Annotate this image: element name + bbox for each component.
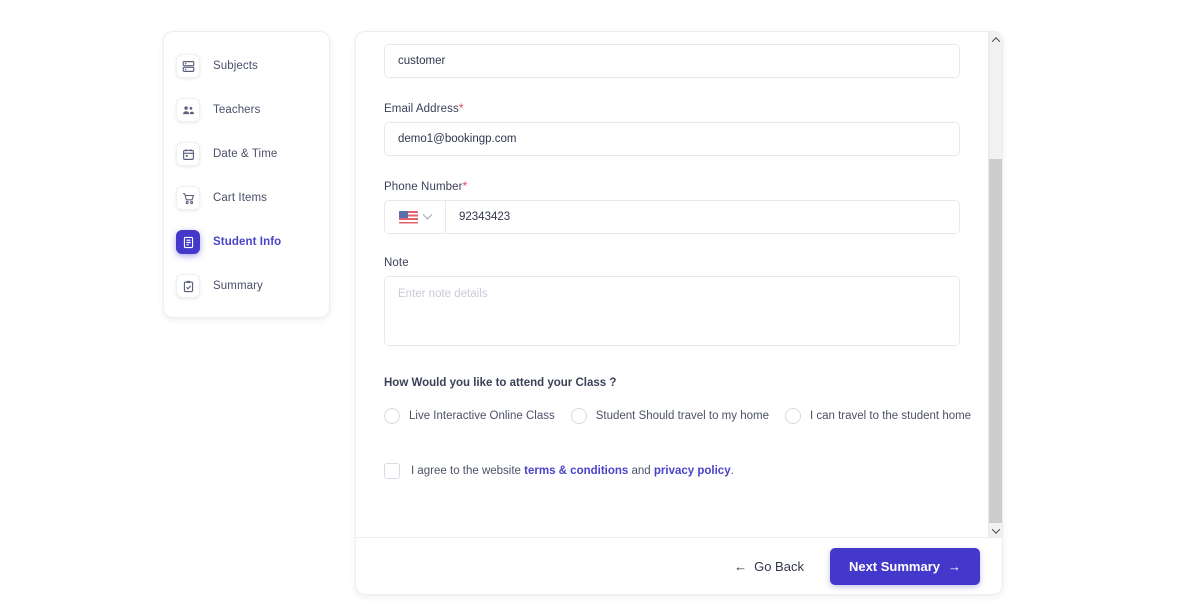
scroll-down-button[interactable] (989, 523, 1002, 538)
phone-label: Phone Number* (384, 179, 962, 193)
radio-circle-icon[interactable] (384, 408, 400, 424)
next-summary-button[interactable]: Next Summary → (829, 547, 980, 585)
country-code-selector[interactable] (385, 201, 446, 233)
sidebar-item-cart-items[interactable]: Cart Items (164, 176, 329, 220)
wizard-steps-sidebar: Subjects Teachers Date & Time Cart Items… (163, 31, 330, 318)
right-arrow-icon: → (948, 558, 961, 574)
radio-option-online-class[interactable]: Live Interactive Online Class (384, 408, 555, 424)
us-flag-icon (399, 210, 418, 224)
chevron-down-icon (422, 209, 433, 220)
sidebar-item-label: Summary (213, 280, 263, 292)
sidebar-item-student-info[interactable]: Student Info (164, 220, 329, 264)
sidebar-item-label: Student Info (213, 236, 282, 248)
note-label: Note (384, 257, 409, 269)
name-input[interactable] (384, 44, 960, 78)
student-info-card: Email Address* Phone Number* Note How Wo… (355, 31, 1003, 595)
privacy-policy-link[interactable]: privacy policy (654, 465, 731, 477)
radio-circle-icon[interactable] (784, 408, 801, 424)
required-asterisk: * (458, 101, 464, 115)
scroll-up-button[interactable] (989, 32, 1002, 47)
radio-label: I can travel to the student home (809, 410, 972, 422)
subjects-icon (176, 54, 200, 78)
sidebar-item-label: Cart Items (213, 192, 268, 204)
sidebar-item-label: Date & Time (213, 148, 278, 160)
radio-option-student-travels[interactable]: Student Should travel to my home (570, 408, 769, 424)
next-summary-label: Next Summary (848, 558, 940, 574)
sidebar-item-date-time[interactable]: Date & Time (164, 132, 329, 176)
clipboard-check-icon (176, 274, 200, 298)
attendance-options: Live Interactive Online Class Student Sh… (384, 408, 971, 424)
booking-wizard-screen: Subjects Teachers Date & Time Cart Items… (0, 0, 1200, 605)
scrollbar-thumb[interactable] (989, 47, 1002, 159)
attendance-question: How Would you like to attend your Class … (384, 377, 617, 389)
document-icon (176, 230, 200, 254)
calendar-icon (176, 142, 200, 166)
phone-field-group (384, 200, 960, 234)
radio-label: Live Interactive Online Class (409, 410, 555, 422)
email-input[interactable] (384, 122, 960, 156)
radio-label: Student Should travel to my home (595, 410, 769, 422)
terms-checkbox[interactable] (384, 463, 400, 479)
scrollbar-track[interactable] (989, 47, 1002, 523)
go-back-button[interactable]: ← Go Back (734, 559, 804, 574)
go-back-label: Go Back (754, 558, 804, 574)
sidebar-item-label: Teachers (213, 104, 261, 116)
cart-icon (176, 186, 200, 210)
radio-circle-icon[interactable] (570, 408, 587, 424)
radio-option-i-travel[interactable]: I can travel to the student home (784, 408, 972, 424)
required-asterisk: * (462, 179, 468, 193)
wizard-footer: ← Go Back Next Summary → (356, 537, 1002, 594)
teachers-icon (176, 98, 200, 122)
terms-middle: and (628, 465, 654, 477)
sidebar-item-subjects[interactable]: Subjects (164, 44, 329, 88)
terms-suffix: . (730, 465, 734, 477)
form-scrollbar[interactable] (988, 32, 1002, 538)
form-scroll-area: Email Address* Phone Number* Note How Wo… (356, 32, 990, 538)
note-textarea[interactable] (384, 276, 960, 346)
left-arrow-icon: ← (734, 558, 748, 574)
sidebar-item-label: Subjects (213, 60, 258, 72)
phone-label-text: Phone Number (384, 181, 463, 193)
chevron-down-icon (991, 524, 1000, 534)
terms-text: I agree to the website terms & condition… (411, 465, 734, 477)
sidebar-item-summary[interactable]: Summary (164, 264, 329, 308)
terms-conditions-link[interactable]: terms & conditions (524, 465, 628, 477)
terms-agreement-row: I agree to the website terms & condition… (384, 463, 962, 479)
terms-prefix: I agree to the website (411, 465, 525, 477)
email-label-text: Email Address (384, 103, 459, 115)
chevron-up-icon (991, 36, 1000, 46)
sidebar-item-teachers[interactable]: Teachers (164, 88, 329, 132)
phone-input[interactable] (446, 201, 959, 233)
email-label: Email Address* (384, 101, 962, 115)
